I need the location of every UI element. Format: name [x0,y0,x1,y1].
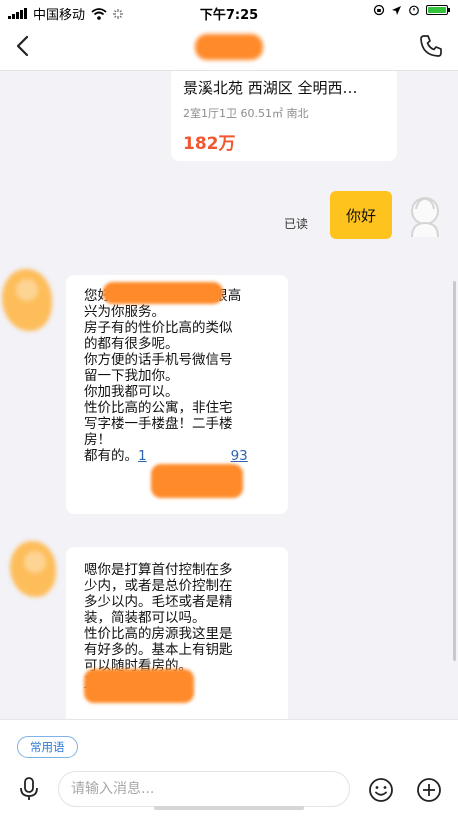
message-line: 有好多的。基本上有钥匙 [84,642,233,658]
contact-name [195,34,263,60]
scrollbar[interactable] [453,281,456,661]
message-input[interactable] [58,771,350,807]
message-line: 房子有的性价比高的类似 [84,320,233,336]
phone-link[interactable]: 1 93 [138,448,248,464]
message-line: 写字楼一手楼盘！二手楼 [84,416,233,432]
listing-price: 182万 [183,134,236,154]
alarm-icon [409,5,419,16]
read-receipt: 已读 [284,217,309,231]
message-line: 少内，或者是总价控制在 [84,578,233,594]
message-line: 兴为你服务。 [84,304,165,320]
user-avatar-icon[interactable] [402,191,448,241]
listing-card[interactable]: 景溪北苑 西湖区 全明西… 2室1厅1卫 60.51㎡ 南北 182万 [171,71,397,161]
microphone-icon[interactable] [18,777,40,801]
listing-meta: 2室1厅1卫 60.51㎡ 南北 [183,107,309,120]
redaction [151,464,243,498]
message-line: 留一下我加你。 [84,368,179,384]
message-line: 性价比高的房源我这里是 [84,626,233,642]
redaction [103,282,223,304]
plus-icon[interactable] [416,777,442,803]
lock-rotation-icon [373,4,385,16]
home-indicator [154,806,304,810]
message-line: 你加我都可以。 [84,384,179,400]
message-line: 房！ [84,432,111,448]
message-line: 装，简装都可以吗。 [84,610,206,626]
quick-reply-button[interactable]: 常用语 [17,736,78,758]
location-icon [392,5,401,15]
phone-icon[interactable] [418,33,444,59]
message-line: 都有的。1 93 [84,448,248,464]
agent-avatar[interactable] [10,541,56,597]
message-line: 的都有很多呢。 [84,336,179,352]
message-line: 你方便的话手机号微信号 [84,352,233,368]
battery-icon [426,5,450,15]
composer: 常用语 [0,719,458,816]
agent-avatar[interactable] [2,269,52,331]
listing-title: 景溪北苑 西湖区 全明西… [183,79,358,97]
message-line: 多少以内。毛坯或者是精 [84,594,233,610]
chat-thread[interactable]: 景溪北苑 西湖区 全明西… 2室1厅1卫 60.51㎡ 南北 182万 已读 你… [0,71,458,719]
message-line: 嗯你是打算首付控制在多 [84,562,233,578]
chevron-left-icon[interactable] [10,32,38,60]
status-right [373,4,450,16]
outgoing-message[interactable]: 你好 [330,191,392,239]
emoji-icon[interactable] [368,777,394,803]
status-bar: 中国移动 下午7:25 [0,0,458,24]
redaction [84,669,194,703]
message-line: 性价比高的公寓，非住宅 [84,400,233,416]
nav-bar [0,24,458,71]
